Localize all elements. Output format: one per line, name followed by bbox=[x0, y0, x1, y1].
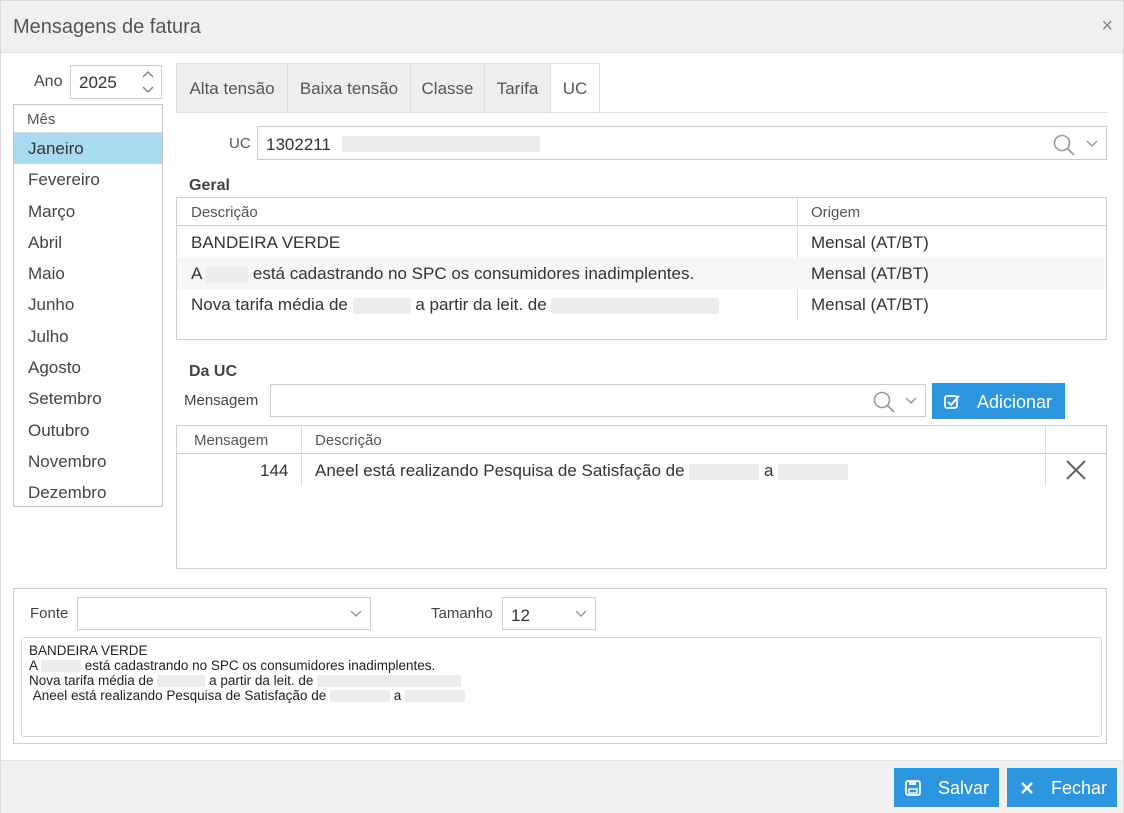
message-preview-editor[interactable]: BANDEIRA VERDE A está cadastrando no SPC… bbox=[21, 637, 1102, 737]
table-row[interactable]: 144 Aneel está realizando Pesquisa de Sa… bbox=[177, 455, 1106, 486]
fonte-select[interactable] bbox=[77, 597, 371, 630]
ano-value: 2025 bbox=[79, 73, 117, 92]
month-item-julho[interactable]: Julho bbox=[14, 321, 162, 352]
spinner-arrows-icon[interactable] bbox=[141, 69, 155, 95]
tab-classe[interactable]: Classe bbox=[410, 63, 485, 113]
chevron-down-icon[interactable] bbox=[575, 609, 587, 619]
preview-line: Aneel está realizando Pesquisa de Satisf… bbox=[29, 688, 1094, 703]
preview-line: BANDEIRA VERDE bbox=[29, 643, 148, 658]
month-item-abril[interactable]: Abril bbox=[14, 227, 162, 258]
tamanho-value: 12 bbox=[511, 606, 530, 625]
mensagem-lookup-field[interactable] bbox=[270, 384, 926, 417]
month-item-junho[interactable]: Junho bbox=[14, 289, 162, 320]
column-header-descricao[interactable]: Descrição bbox=[315, 432, 382, 449]
column-header-origem[interactable]: Origem bbox=[811, 204, 860, 221]
row-descricao: Aneel está realizando Pesquisa de Satisf… bbox=[315, 461, 849, 481]
uc-label: UC bbox=[229, 135, 251, 152]
uc-lookup-field[interactable]: 1302211 bbox=[257, 126, 1107, 160]
add-message-button[interactable]: Adicionar bbox=[932, 383, 1065, 419]
row-mensagem: 144 bbox=[260, 461, 289, 480]
da-uc-table: Mensagem Descrição 144 Aneel está realiz… bbox=[176, 425, 1107, 569]
geral-table-header: Descrição Origem bbox=[177, 198, 1106, 226]
row-descricao: Nova tarifa média de a partir da leit. d… bbox=[191, 295, 720, 315]
ano-label: Ano bbox=[34, 73, 63, 90]
invoice-messages-dialog: Mensagens de fatura × Ano 2025 Mês Janei… bbox=[0, 0, 1124, 813]
dialog-footer: Salvar Fechar bbox=[1, 760, 1123, 813]
month-item-agosto[interactable]: Agosto bbox=[14, 352, 162, 383]
search-icon[interactable] bbox=[1052, 133, 1076, 157]
dialog-title: Mensagens de fatura bbox=[13, 16, 201, 38]
close-icon bbox=[1021, 782, 1033, 794]
tab-baixa-tensao[interactable]: Baixa tensão bbox=[287, 63, 411, 113]
row-descricao: BANDEIRA VERDE bbox=[191, 233, 341, 252]
dialog-titlebar: Mensagens de fatura × bbox=[1, 1, 1123, 53]
chevron-down-icon[interactable] bbox=[905, 396, 917, 406]
column-header-descricao[interactable]: Descrição bbox=[191, 204, 258, 221]
tab-uc[interactable]: UC bbox=[550, 63, 600, 114]
save-button[interactable]: Salvar bbox=[894, 768, 999, 807]
row-origem: Mensal (AT/BT) bbox=[811, 233, 929, 252]
month-list-header: Mês bbox=[14, 105, 162, 133]
da-uc-section-title: Da UC bbox=[189, 363, 238, 380]
search-icon[interactable] bbox=[872, 390, 896, 414]
close-button[interactable]: Fechar bbox=[1007, 768, 1117, 807]
geral-table: Descrição Origem BANDEIRA VERDE Mensal (… bbox=[176, 197, 1107, 340]
table-row[interactable]: BANDEIRA VERDE Mensal (AT/BT) bbox=[177, 227, 1106, 258]
month-item-outubro[interactable]: Outubro bbox=[14, 415, 162, 446]
table-row[interactable]: Nova tarifa média de a partir da leit. d… bbox=[177, 289, 1106, 320]
row-descricao: A está cadastrando no SPC os consumidore… bbox=[191, 264, 695, 283]
month-item-fevereiro[interactable]: Fevereiro bbox=[14, 164, 162, 195]
ano-spinner[interactable]: 2025 bbox=[70, 65, 162, 99]
table-row[interactable]: A está cadastrando no SPC os consumidore… bbox=[177, 258, 1106, 289]
mensagem-label: Mensagem bbox=[184, 392, 259, 409]
uc-value: 1302211 bbox=[266, 135, 331, 154]
checkbox-check-icon bbox=[944, 395, 960, 409]
close-icon[interactable]: × bbox=[1101, 16, 1113, 36]
fonte-label: Fonte bbox=[30, 605, 69, 622]
da-uc-table-header: Mensagem Descrição bbox=[177, 426, 1106, 454]
column-header-mensagem[interactable]: Mensagem bbox=[194, 432, 268, 449]
chevron-down-icon[interactable] bbox=[1086, 139, 1098, 149]
uc-name-redacted bbox=[342, 136, 540, 152]
preview-line: A está cadastrando no SPC os consumidore… bbox=[29, 658, 436, 673]
tamanho-select[interactable]: 12 bbox=[502, 597, 596, 630]
tab-alta-tensao[interactable]: Alta tensão bbox=[176, 63, 288, 113]
tamanho-label: Tamanho bbox=[431, 605, 493, 622]
month-item-novembro[interactable]: Novembro bbox=[14, 446, 162, 477]
month-item-marco[interactable]: Março bbox=[14, 196, 162, 227]
tab-divider bbox=[176, 112, 1107, 113]
preview-line: Nova tarifa média de a partir da leit. d… bbox=[29, 673, 1094, 688]
tab-tarifa[interactable]: Tarifa bbox=[484, 63, 551, 113]
floppy-disk-icon bbox=[905, 780, 921, 796]
month-item-dezembro[interactable]: Dezembro bbox=[14, 477, 162, 506]
delete-row-icon[interactable] bbox=[1065, 459, 1087, 481]
month-item-janeiro[interactable]: Janeiro bbox=[14, 133, 162, 165]
row-origem: Mensal (AT/BT) bbox=[811, 295, 929, 314]
chevron-down-icon[interactable] bbox=[350, 609, 362, 619]
save-button-label: Salvar bbox=[938, 778, 990, 798]
month-item-maio[interactable]: Maio bbox=[14, 258, 162, 289]
month-list[interactable]: Mês Janeiro Fevereiro Março Abril Maio J… bbox=[13, 104, 163, 507]
geral-section-title: Geral bbox=[189, 177, 230, 194]
add-button-label: Adicionar bbox=[977, 392, 1053, 412]
close-button-label: Fechar bbox=[1051, 778, 1108, 798]
month-item-setembro[interactable]: Setembro bbox=[14, 383, 162, 414]
row-origem: Mensal (AT/BT) bbox=[811, 264, 929, 283]
